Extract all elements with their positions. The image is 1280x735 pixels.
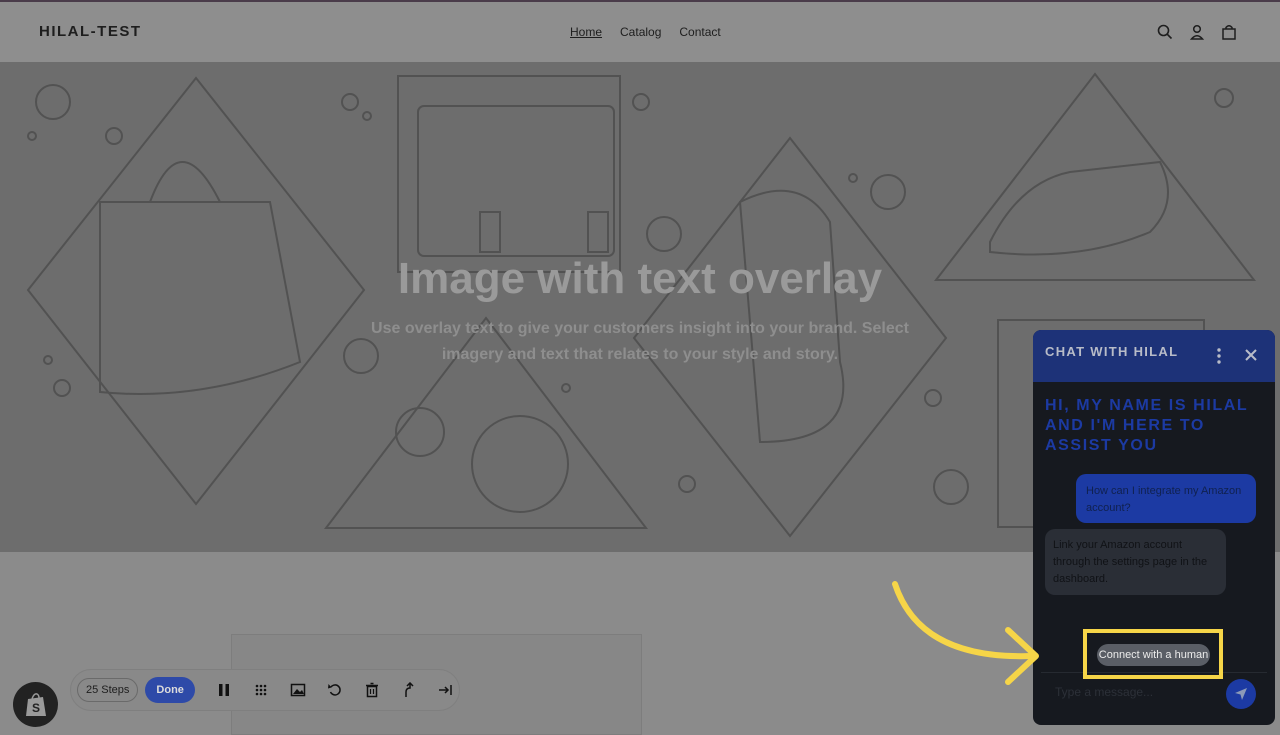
pointer-arrow-icon [892,581,1039,685]
steps-counter[interactable]: 25 Steps [77,678,139,702]
branch-arrow-icon[interactable] [401,681,417,698]
account-icon[interactable] [1188,23,1206,41]
search-icon[interactable] [1156,23,1174,41]
hero-title: Image with text overlay [397,254,883,303]
send-icon [1235,688,1247,700]
close-icon[interactable] [1244,348,1258,362]
header-icons [1156,23,1238,41]
nav-home[interactable]: Home [570,25,602,39]
pause-icon[interactable] [216,682,232,698]
site-header: HILAL-TEST Home Catalog Contact [0,2,1280,62]
chat-title: CHAT WITH HILAL [1045,344,1179,359]
message-input[interactable]: Type a message... [1055,685,1153,699]
hero-subtitle: Use overlay text to give your customers … [371,320,909,363]
user-message: How can I integrate my Amazon account? [1076,474,1256,523]
bot-message: Link your Amazon account through the set… [1045,529,1226,595]
nav-contact[interactable]: Contact [679,25,720,39]
page: HILAL-TEST Home Catalog Contact Image wi… [0,0,1280,735]
nav-catalog[interactable]: Catalog [620,25,661,39]
brand-logo[interactable]: HILAL-TEST [39,23,142,40]
image-icon[interactable] [290,682,306,698]
more-options-icon[interactable] [1214,347,1224,365]
undo-icon[interactable] [327,682,343,698]
chat-header: CHAT WITH HILAL [1033,330,1275,382]
send-button[interactable] [1226,679,1256,709]
highlight-box [1083,629,1223,679]
chat-greeting: HI, MY NAME IS HILAL AND I'M HERE TO ASS… [1045,397,1248,454]
cart-icon[interactable] [1220,23,1238,41]
done-button[interactable]: Done [145,677,195,703]
main-nav: Home Catalog Contact [570,25,721,39]
skip-icon[interactable] [438,682,454,698]
trash-icon[interactable] [364,682,380,698]
svg-text:S: S [32,701,40,715]
blur-icon[interactable] [253,682,269,698]
shopify-logo-icon[interactable]: S [13,682,58,727]
recorder-toolbar: 25 Steps Done [70,669,460,711]
